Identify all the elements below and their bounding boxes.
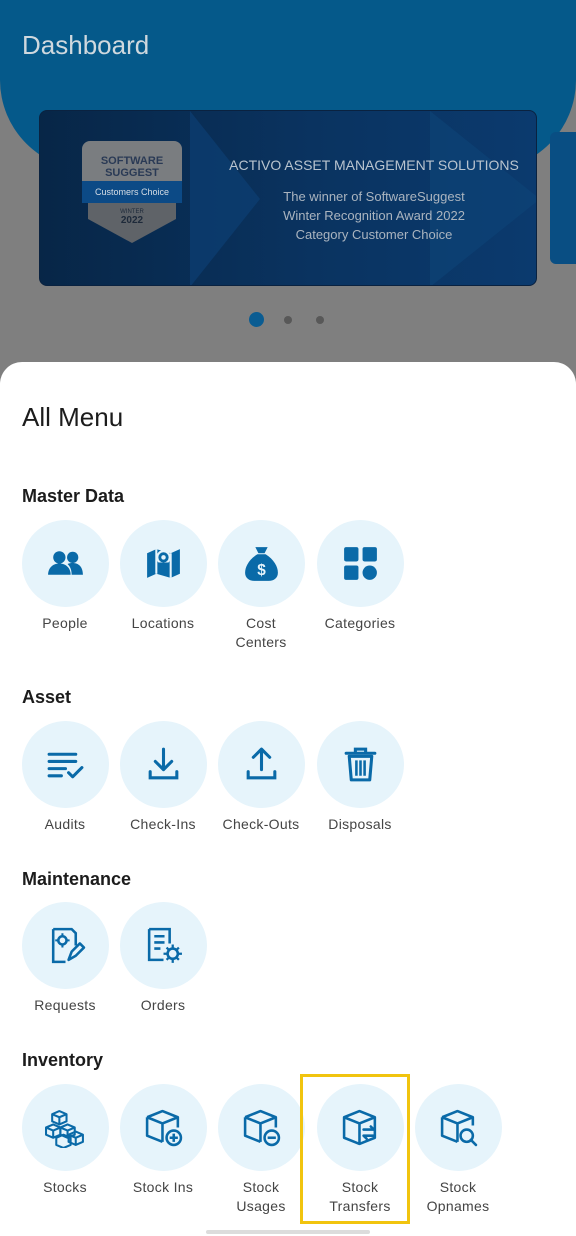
request-edit-icon[interactable] (22, 902, 109, 989)
section-title-inventory: Inventory (22, 1050, 104, 1070)
categories-icon[interactable] (317, 520, 404, 607)
map-icon (147, 549, 180, 578)
box-plus-icon[interactable] (120, 1084, 207, 1171)
upload-icon (246, 747, 277, 780)
request-edit-icon (51, 927, 86, 964)
menu-item-label: Cost Centers (235, 615, 287, 650)
checklist-icon[interactable] (22, 721, 109, 808)
home-indicator[interactable] (206, 1230, 370, 1234)
box-search-icon (440, 1109, 478, 1147)
banner-heading: ACTIVO ASSET MANAGEMENT SOLUTIONS (229, 157, 519, 173)
box-minus-icon (243, 1109, 281, 1147)
checklist-icon (47, 752, 84, 779)
people-icon[interactable] (22, 520, 109, 607)
download-icon[interactable] (120, 721, 207, 808)
pager-dot[interactable] (316, 316, 324, 324)
box-search-icon[interactable] (415, 1084, 502, 1171)
menu-item-label: Stock Ins (132, 1179, 194, 1195)
next-banner-peek[interactable] (550, 132, 576, 264)
people-icon (48, 551, 83, 575)
map-icon[interactable] (120, 520, 207, 607)
menu-item-label: Check-Outs (222, 816, 300, 832)
badge-year: 2022 (120, 215, 144, 226)
menu-item-label: Stocks (43, 1179, 87, 1195)
banner-line: Category Customer Choice (295, 227, 453, 242)
pager-dot-active[interactable] (249, 312, 264, 327)
menu-item-label: Check-Ins (130, 816, 196, 832)
menu-item-label: Stock Usages (236, 1179, 286, 1214)
highlight-box (300, 1074, 410, 1224)
box-minus-icon[interactable] (218, 1084, 305, 1171)
all-menu-sheet: All Menu Master Data Asset Maintenance I… (0, 362, 576, 1236)
section-title-master-data: Master Data (22, 486, 125, 506)
boxes-icon[interactable] (22, 1084, 109, 1171)
carousel-pager (0, 312, 576, 328)
badge-brand: SOFTWARE SUGGEST (82, 141, 182, 181)
trash-icon[interactable] (317, 721, 404, 808)
menu-item-label: Categories (324, 615, 396, 631)
menu-item-label: Requests (34, 997, 96, 1013)
banner-line: Winter Recognition Award 2022 (283, 208, 465, 223)
badge-ribbon: Customers Choice (82, 181, 182, 203)
menu-item-label: Audits (44, 816, 86, 832)
categories-icon (344, 547, 377, 580)
menu-item-label: Orders (140, 997, 186, 1013)
order-settings-icon (147, 927, 182, 963)
menu-item-label: Disposals (328, 816, 392, 832)
menu-item-label: People (42, 615, 88, 631)
section-title-maintenance: Maintenance (22, 869, 132, 889)
banner-line: The winner of SoftwareSuggest (283, 189, 465, 204)
menu-item-label: Locations (131, 615, 195, 631)
dashboard-background: Dashboard SOFTWARE SUGGEST Customers Cho… (0, 0, 576, 420)
section-title-asset: Asset (22, 687, 72, 707)
trash-icon (344, 747, 377, 782)
download-icon (148, 747, 179, 780)
menu-item-label: Stock Opnames (426, 1179, 490, 1214)
award-badge: SOFTWARE SUGGEST Customers Choice WINTER… (82, 137, 186, 257)
upload-icon[interactable] (218, 721, 305, 808)
money-bag-icon: $ (245, 547, 278, 581)
money-bag-icon[interactable]: $ (218, 520, 305, 607)
pager-dot[interactable] (284, 316, 292, 324)
box-plus-icon (145, 1109, 183, 1147)
boxes-icon (45, 1110, 84, 1148)
sheet-title: All Menu (22, 402, 124, 432)
svg-text:$: $ (257, 562, 266, 579)
page-title: Dashboard (22, 30, 150, 60)
award-banner[interactable]: SOFTWARE SUGGEST Customers Choice WINTER… (39, 110, 537, 286)
order-settings-icon[interactable] (120, 902, 207, 989)
banner-body: The winner of SoftwareSuggest Winter Rec… (224, 187, 524, 244)
